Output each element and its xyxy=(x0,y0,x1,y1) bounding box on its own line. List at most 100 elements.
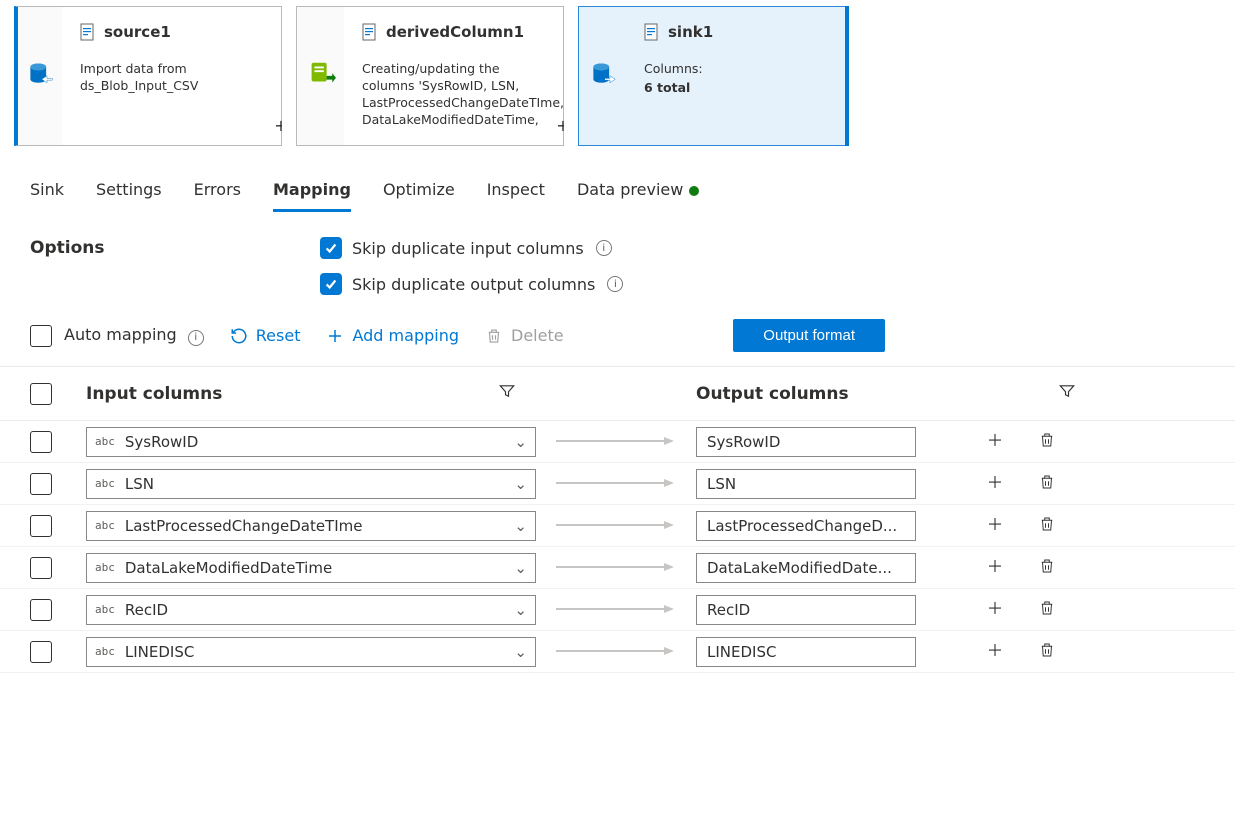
delete-button[interactable]: Delete xyxy=(485,326,564,345)
checkbox-row[interactable] xyxy=(30,641,52,663)
flow-node-sink1[interactable]: sink1 Columns:6 total xyxy=(578,6,846,146)
input-column-value: DataLakeModifiedDateTime xyxy=(125,559,332,577)
delete-row-button[interactable] xyxy=(1038,641,1056,663)
type-badge: abc xyxy=(95,435,115,448)
options-heading: Options xyxy=(30,238,320,258)
info-icon[interactable]: i xyxy=(596,240,612,256)
input-column-select[interactable]: abc LSN ⌄ xyxy=(86,469,536,499)
database-icon xyxy=(26,60,54,92)
input-column-select[interactable]: abc RecID ⌄ xyxy=(86,595,536,625)
delete-row-button[interactable] xyxy=(1038,431,1056,453)
add-output-button[interactable] xyxy=(986,557,1004,579)
chevron-down-icon: ⌄ xyxy=(514,433,527,451)
type-badge: abc xyxy=(95,561,115,574)
chevron-down-icon: ⌄ xyxy=(514,475,527,493)
mapping-arrow-icon xyxy=(556,476,676,492)
label-auto-mapping: Auto mapping xyxy=(64,325,177,344)
output-column-input[interactable]: SysRowID xyxy=(696,427,916,457)
output-column-input[interactable]: RecID xyxy=(696,595,916,625)
file-icon xyxy=(644,23,660,41)
input-column-select[interactable]: abc SysRowID ⌄ xyxy=(86,427,536,457)
add-mapping-button[interactable]: Add mapping xyxy=(326,326,459,345)
mapping-arrow-icon xyxy=(556,602,676,618)
filter-icon[interactable] xyxy=(1058,382,1076,405)
mapping-table-header: Input columns Output columns xyxy=(0,367,1235,421)
output-format-button[interactable]: Output format xyxy=(733,319,885,352)
chevron-down-icon: ⌄ xyxy=(514,517,527,535)
chevron-down-icon: ⌄ xyxy=(514,643,527,661)
checkbox-row[interactable] xyxy=(30,473,52,495)
type-badge: abc xyxy=(95,603,115,616)
tab-mapping[interactable]: Mapping xyxy=(273,180,351,212)
mapping-row: abc LINEDISC ⌄ LINEDISC xyxy=(0,631,1235,673)
chevron-down-icon: ⌄ xyxy=(514,601,527,619)
mapping-arrow-icon xyxy=(556,644,676,660)
sink-tabs: Sink Settings Errors Mapping Optimize Inspect… xyxy=(0,166,1235,213)
checkbox-row[interactable] xyxy=(30,557,52,579)
mapping-arrow-icon xyxy=(556,560,676,576)
mapping-row: abc LSN ⌄ LSN xyxy=(0,463,1235,505)
mapping-row: abc LastProcessedChangeDateTIme ⌄ LastPr… xyxy=(0,505,1235,547)
tab-data-preview[interactable]: Data preview xyxy=(577,180,699,212)
reset-button[interactable]: Reset xyxy=(230,326,301,345)
checkbox-auto-mapping[interactable] xyxy=(30,325,52,347)
type-badge: abc xyxy=(95,519,115,532)
delete-row-button[interactable] xyxy=(1038,557,1056,579)
flow-node-derivedColumn1[interactable]: derivedColumn1 Creating/updating the col… xyxy=(296,6,564,146)
input-column-value: LINEDISC xyxy=(125,643,194,661)
output-column-input[interactable]: LastProcessedChangeD... xyxy=(696,511,916,541)
mapping-row: abc SysRowID ⌄ SysRowID xyxy=(0,421,1235,463)
add-output-button[interactable] xyxy=(986,431,1004,453)
tab-optimize[interactable]: Optimize xyxy=(383,180,455,212)
add-output-button[interactable] xyxy=(986,641,1004,663)
add-output-button[interactable] xyxy=(986,473,1004,495)
input-column-value: LSN xyxy=(125,475,154,493)
input-column-select[interactable]: abc LastProcessedChangeDateTIme ⌄ xyxy=(86,511,536,541)
live-indicator-icon xyxy=(689,186,699,196)
delete-row-button[interactable] xyxy=(1038,473,1056,495)
checkbox-row[interactable] xyxy=(30,599,52,621)
checkbox-skip-dup-output[interactable] xyxy=(320,273,342,295)
checkbox-row[interactable] xyxy=(30,431,52,453)
output-column-input[interactable]: DataLakeModifiedDate... xyxy=(696,553,916,583)
add-node-button[interactable]: + xyxy=(271,115,291,135)
input-column-value: SysRowID xyxy=(125,433,198,451)
delete-row-button[interactable] xyxy=(1038,599,1056,621)
header-input-columns: Input columns xyxy=(86,384,222,404)
input-column-select[interactable]: abc DataLakeModifiedDateTime ⌄ xyxy=(86,553,536,583)
file-icon xyxy=(362,23,378,41)
tab-sink[interactable]: Sink xyxy=(30,180,64,212)
flow-node-source1[interactable]: source1 Import data from ds_Blob_Input_C… xyxy=(14,6,282,146)
delete-row-button[interactable] xyxy=(1038,515,1056,537)
mapping-arrow-icon xyxy=(556,518,676,534)
checkbox-row[interactable] xyxy=(30,515,52,537)
tab-inspect[interactable]: Inspect xyxy=(487,180,545,212)
info-icon[interactable]: i xyxy=(607,276,623,292)
filter-icon[interactable] xyxy=(498,382,516,405)
type-badge: abc xyxy=(95,645,115,658)
chevron-down-icon: ⌄ xyxy=(514,559,527,577)
add-output-button[interactable] xyxy=(986,515,1004,537)
add-node-button[interactable]: + xyxy=(553,115,573,135)
info-icon[interactable]: i xyxy=(188,330,204,346)
mapping-row: abc RecID ⌄ RecID xyxy=(0,589,1235,631)
mapping-row: abc DataLakeModifiedDateTime ⌄ DataLakeM… xyxy=(0,547,1235,589)
mapping-toolbar: Auto mapping i Reset Add mapping Delete … xyxy=(0,317,1235,367)
tab-settings[interactable]: Settings xyxy=(96,180,162,212)
options-pane: Options Skip duplicate input columns i S… xyxy=(0,213,1235,317)
add-output-button[interactable] xyxy=(986,599,1004,621)
file-icon xyxy=(80,23,96,41)
checkbox-skip-dup-input[interactable] xyxy=(320,237,342,259)
header-output-columns: Output columns xyxy=(696,384,849,404)
database-icon xyxy=(589,60,617,92)
checkbox-select-all[interactable] xyxy=(30,383,52,405)
type-badge: abc xyxy=(95,477,115,490)
derived-column-icon xyxy=(306,59,336,93)
label-skip-dup-input: Skip duplicate input columns xyxy=(352,239,584,258)
output-column-input[interactable]: LINEDISC xyxy=(696,637,916,667)
label-skip-dup-output: Skip duplicate output columns xyxy=(352,275,595,294)
input-column-select[interactable]: abc LINEDISC ⌄ xyxy=(86,637,536,667)
input-column-value: LastProcessedChangeDateTIme xyxy=(125,517,363,535)
output-column-input[interactable]: LSN xyxy=(696,469,916,499)
tab-errors[interactable]: Errors xyxy=(194,180,241,212)
